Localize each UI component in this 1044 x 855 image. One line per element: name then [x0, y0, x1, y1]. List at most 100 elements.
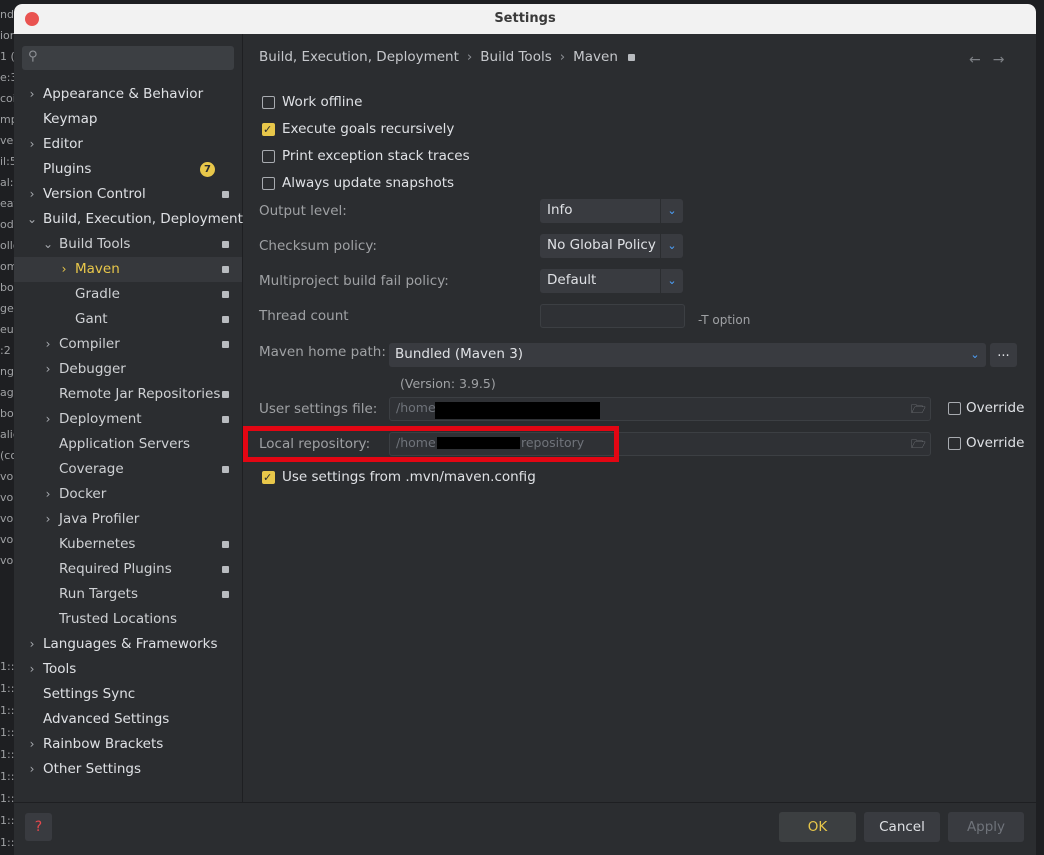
background-code-fragment: 1:: [0, 836, 14, 849]
background-code-fragment: vor [0, 491, 14, 504]
breadcrumb-separator: › [559, 49, 566, 65]
sidebar-item-debugger[interactable]: › Debugger [14, 357, 242, 382]
sidebar-item-editor[interactable]: › Editor [14, 132, 242, 157]
help-button[interactable]: ? [25, 813, 52, 841]
chevron-right-icon[interactable]: › [42, 407, 54, 432]
back-arrow-icon[interactable]: ← [969, 52, 981, 68]
output-level-label: Output level: [259, 203, 347, 219]
sidebar-item-docker[interactable]: › Docker [14, 482, 242, 507]
checksum-policy-label: Checksum policy: [259, 238, 377, 254]
chevron-right-icon[interactable]: › [26, 732, 38, 757]
chevron-right-icon[interactable]: › [58, 257, 70, 282]
checkbox-box [262, 150, 275, 163]
sidebar-item-label: Deployment [59, 411, 142, 427]
chevron-down-icon[interactable]: ⌄ [42, 232, 54, 257]
sidebar-item-maven[interactable]: › Maven [14, 257, 242, 282]
background-code-fragment: od [0, 218, 14, 231]
checkbox-label: Print exception stack traces [282, 148, 470, 164]
chevron-right-icon[interactable]: › [42, 507, 54, 532]
project-scope-icon [222, 391, 229, 398]
background-code-fragment: vor [0, 470, 14, 483]
chevron-down-icon[interactable]: ⌄ [26, 207, 38, 232]
sidebar-item-build-tools[interactable]: ⌄ Build Tools [14, 232, 242, 257]
project-scope-icon [222, 191, 229, 198]
maven-home-select[interactable]: Bundled (Maven 3) ⌄ [389, 343, 986, 367]
breadcrumb-build-tools[interactable]: Build Tools [480, 49, 551, 65]
fail-policy-select[interactable]: Default ⌄ [540, 269, 683, 293]
sidebar-item-gant[interactable]: Gant [14, 307, 242, 332]
sidebar-item-gradle[interactable]: Gradle [14, 282, 242, 307]
search-input[interactable] [46, 48, 230, 68]
folder-icon[interactable]: 🗁 [911, 400, 926, 416]
select-value: No Global Policy [547, 237, 656, 253]
sidebar-item-label: Advanced Settings [43, 711, 170, 727]
sidebar-item-label: Required Plugins [59, 561, 172, 577]
user-settings-input[interactable]: /home 🗁 [389, 397, 931, 421]
sidebar-item-kubernetes[interactable]: Kubernetes [14, 532, 242, 557]
sidebar-item-deployment[interactable]: › Deployment [14, 407, 242, 432]
background-code-fragment: il:5 [0, 155, 14, 168]
breadcrumb-build-execution[interactable]: Build, Execution, Deployment [259, 49, 459, 65]
sidebar-item-appearance-behavior[interactable]: › Appearance & Behavior [14, 82, 242, 107]
sidebar-item-label: Keymap [43, 111, 98, 127]
sidebar-item-remote-jar-repositories[interactable]: Remote Jar Repositories [14, 382, 242, 407]
sidebar-item-label: Trusted Locations [59, 611, 177, 627]
settings-search[interactable]: ⚲ [22, 46, 234, 70]
folder-icon[interactable]: 🗁 [911, 435, 926, 451]
sidebar-item-run-targets[interactable]: Run Targets [14, 582, 242, 607]
sidebar-item-label: Run Targets [59, 586, 138, 602]
checkbox-label: Use settings from .mvn/maven.config [282, 469, 536, 485]
chevron-right-icon[interactable]: › [26, 82, 38, 107]
chevron-right-icon[interactable]: › [42, 357, 54, 382]
sidebar-item-build-execution-deployment[interactable]: ⌄ Build, Execution, Deployment [14, 207, 243, 232]
apply-button[interactable]: Apply [948, 812, 1024, 842]
cancel-button[interactable]: Cancel [864, 812, 940, 842]
sidebar-item-rainbow-brackets[interactable]: › Rainbow Brackets [14, 732, 242, 757]
sidebar-item-plugins[interactable]: Plugins 7 [14, 157, 242, 182]
sidebar-item-java-profiler[interactable]: › Java Profiler [14, 507, 242, 532]
sidebar-item-advanced-settings[interactable]: Advanced Settings [14, 707, 242, 732]
sidebar-item-label: Editor [43, 136, 83, 152]
sidebar-item-settings-sync[interactable]: Settings Sync [14, 682, 242, 707]
sidebar-item-required-plugins[interactable]: Required Plugins [14, 557, 242, 582]
chevron-right-icon[interactable]: › [42, 482, 54, 507]
sidebar-item-coverage[interactable]: Coverage [14, 457, 242, 482]
background-code-fragment: 1 ( [0, 50, 14, 63]
sidebar-item-keymap[interactable]: Keymap [14, 107, 242, 132]
sidebar-item-application-servers[interactable]: Application Servers [14, 432, 242, 457]
chevron-right-icon[interactable]: › [26, 657, 38, 682]
background-code-fragment: 1:: [0, 770, 14, 783]
sidebar-item-tools[interactable]: › Tools [14, 657, 242, 682]
thread-count-input[interactable] [540, 304, 685, 328]
chevron-right-icon[interactable]: › [26, 757, 38, 782]
chevron-down-icon: ⌄ [660, 199, 683, 223]
sidebar-item-languages-frameworks[interactable]: › Languages & Frameworks [14, 632, 242, 657]
chevron-right-icon[interactable]: › [26, 182, 38, 207]
forward-arrow-icon[interactable]: → [993, 52, 1005, 68]
background-code-fragment: ollo [0, 239, 14, 252]
ok-button[interactable]: OK [779, 812, 856, 842]
sidebar-item-other-settings[interactable]: › Other Settings [14, 757, 242, 782]
sidebar-item-version-control[interactable]: › Version Control [14, 182, 242, 207]
background-editor-strip: ndi ior 1 (e:3 coi mp ven il:5 al:3 eat od ollo om b… [0, 0, 14, 855]
output-level-select[interactable]: Info ⌄ [540, 199, 683, 223]
sidebar-item-compiler[interactable]: › Compiler [14, 332, 242, 357]
project-scope-icon [222, 591, 229, 598]
background-code-fragment: ior [0, 29, 14, 42]
breadcrumb-maven: Maven [573, 49, 618, 65]
user-settings-label: User settings file: [259, 401, 378, 417]
background-code-fragment: 1:: [0, 726, 14, 739]
sidebar-item-trusted-locations[interactable]: Trusted Locations [14, 607, 242, 632]
background-code-fragment: coi [0, 92, 14, 105]
chevron-right-icon[interactable]: › [26, 632, 38, 657]
sidebar-item-label: Gradle [75, 286, 120, 302]
chevron-right-icon[interactable]: › [42, 332, 54, 357]
plugin-updates-badge: 7 [200, 162, 215, 177]
sidebar-item-label: Build Tools [59, 236, 131, 252]
browse-maven-home-button[interactable]: ... [990, 343, 1017, 367]
chevron-down-icon: ⌄ [660, 269, 683, 293]
checkbox-box [262, 177, 275, 190]
chevron-right-icon[interactable]: › [26, 132, 38, 157]
checksum-policy-select[interactable]: No Global Policy ⌄ [540, 234, 683, 258]
sidebar-item-label: Gant [75, 311, 108, 327]
